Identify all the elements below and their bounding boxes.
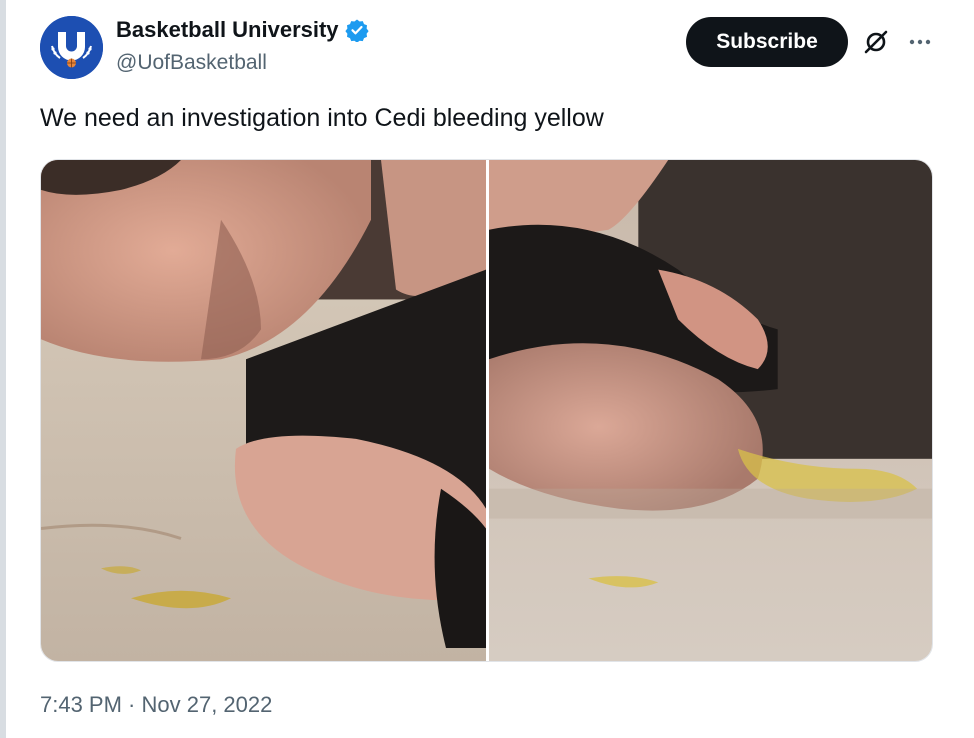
media-grid — [40, 159, 933, 662]
tweet-timestamp[interactable]: 7:43 PM · Nov 27, 2022 — [40, 692, 272, 718]
name-row: Basketball University — [116, 17, 369, 43]
account-handle[interactable]: @UofBasketball — [116, 51, 267, 75]
avatar[interactable] — [40, 16, 103, 79]
left-border — [0, 0, 6, 738]
tweet-text: We need an investigation into Cedi bleed… — [40, 104, 604, 132]
photo-player-on-floor-image — [41, 160, 486, 661]
more-icon[interactable] — [906, 28, 934, 56]
basketball-university-logo-icon — [40, 16, 103, 79]
subscribe-button[interactable]: Subscribe — [686, 17, 848, 67]
verified-badge-icon[interactable] — [344, 18, 369, 42]
photo-floor-closeup-image — [489, 160, 932, 661]
photo-2[interactable] — [489, 160, 932, 661]
grok-icon[interactable] — [862, 28, 890, 56]
photo-1[interactable] — [41, 160, 486, 661]
display-name[interactable]: Basketball University — [116, 17, 339, 43]
